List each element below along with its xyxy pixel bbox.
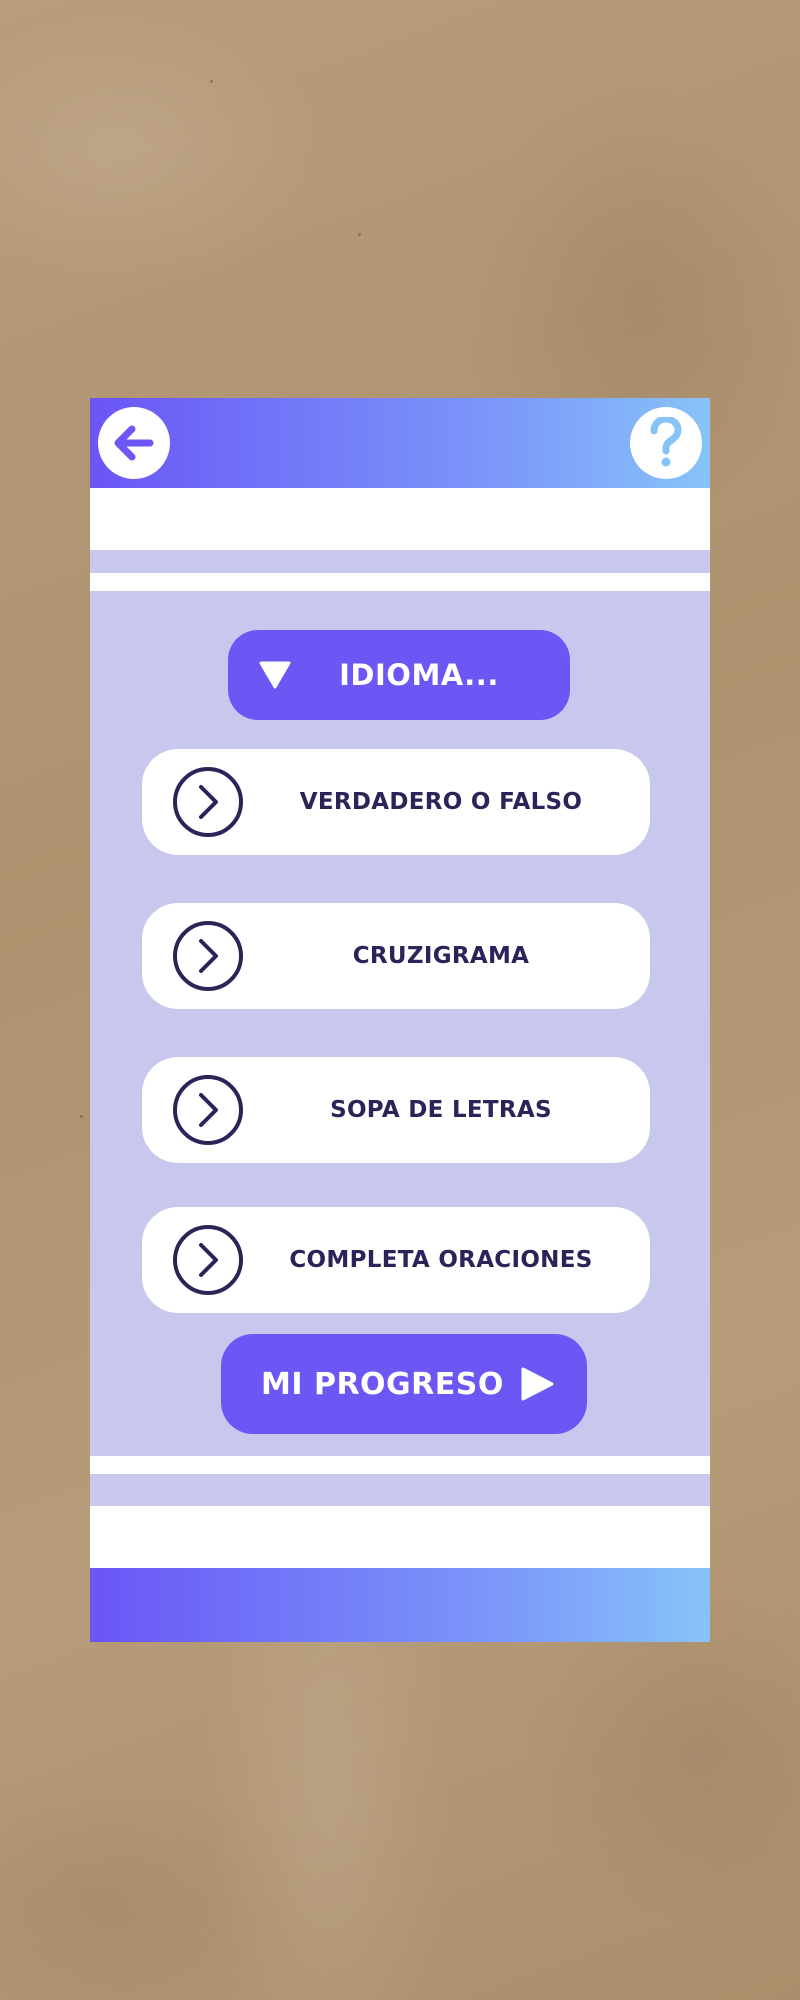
chevron-right-circle-icon — [173, 1075, 243, 1145]
game-label: COMPLETA ORACIONES — [289, 1247, 593, 1273]
question-mark-icon — [650, 417, 682, 467]
language-button[interactable]: IDIOMA... — [228, 630, 570, 720]
my-progress-button[interactable]: MI PROGRESO — [221, 1334, 587, 1434]
help-button[interactable] — [630, 407, 702, 479]
arrow-left-icon — [114, 425, 154, 461]
progress-label: MI PROGRESO — [261, 1366, 504, 1402]
bottom-bar — [90, 1568, 710, 1642]
game-label: SOPA DE LETRAS — [330, 1097, 552, 1123]
play-icon — [521, 1367, 554, 1401]
paper-speck — [358, 233, 361, 236]
game-button-true-false[interactable]: VERDADERO O FALSO — [142, 749, 650, 855]
chevron-right-circle-icon — [173, 1225, 243, 1295]
back-button[interactable] — [98, 407, 170, 479]
triangle-down-icon — [259, 661, 291, 689]
divider-band — [90, 573, 710, 591]
game-button-crossword[interactable]: CRUZIGRAMA — [142, 903, 650, 1009]
game-label: VERDADERO O FALSO — [299, 789, 583, 815]
header-band — [90, 488, 710, 550]
top-bar — [90, 398, 710, 488]
paper-speck — [210, 80, 213, 83]
game-button-complete-sentences[interactable]: COMPLETA ORACIONES — [142, 1207, 650, 1313]
chevron-right-circle-icon — [173, 921, 243, 991]
chevron-right-circle-icon — [173, 767, 243, 837]
app-screen: IDIOMA... VERDADERO O FALSO CRUZIGRAMA S… — [90, 398, 710, 1642]
divider-band — [90, 1456, 710, 1474]
paper-speck — [80, 1115, 83, 1118]
language-label: IDIOMA... — [339, 658, 499, 692]
game-button-word-search[interactable]: SOPA DE LETRAS — [142, 1057, 650, 1163]
footer-band — [90, 1506, 710, 1568]
game-label: CRUZIGRAMA — [352, 943, 530, 969]
